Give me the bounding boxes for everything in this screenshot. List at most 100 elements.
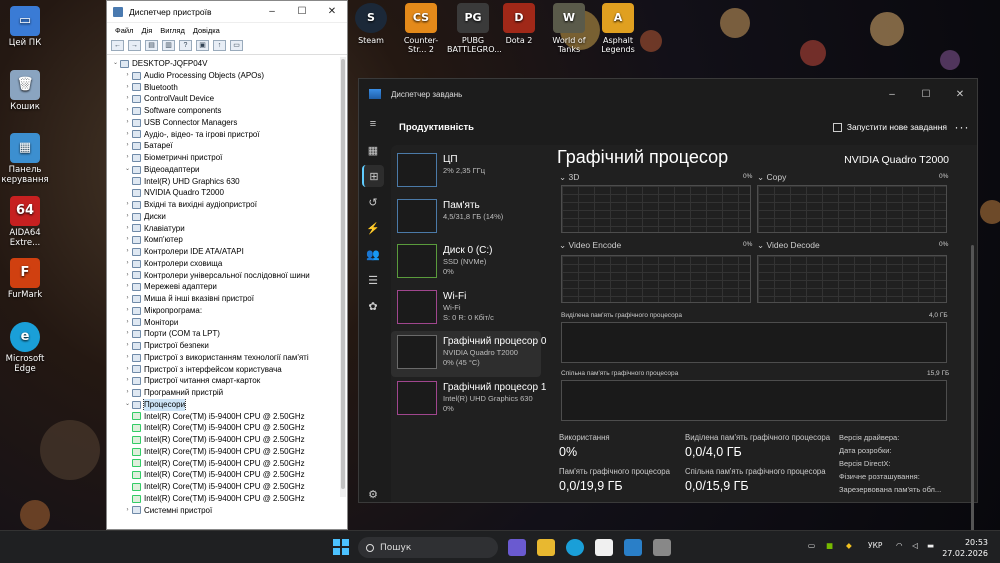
desktop-icon-furmark[interactable]: F FurMark xyxy=(0,258,50,301)
game-icon-pubg[interactable]: PG PUBG BATTLEGRO... xyxy=(447,3,502,54)
store-icon[interactable] xyxy=(595,539,613,556)
menu-file[interactable]: Файл xyxy=(115,26,133,35)
device-node[interactable]: Intel(R) Core(TM) i5-9400H CPU @ 2.50GHz xyxy=(111,446,347,458)
edge-taskbar-icon[interactable] xyxy=(566,539,584,556)
tree-root[interactable]: ⌄ DESKTOP-JQFP04V xyxy=(111,58,347,70)
details-icon[interactable]: ☰ xyxy=(362,269,384,291)
services-icon[interactable]: ✿ xyxy=(362,295,384,317)
expand-icon[interactable]: › xyxy=(123,387,132,399)
volume-icon[interactable]: ◁ xyxy=(912,541,918,550)
expand-icon[interactable]: › xyxy=(123,505,132,517)
expand-icon[interactable]: › xyxy=(123,340,132,352)
device-category[interactable]: › Контролери універсальної послідовної ши… xyxy=(111,270,347,282)
language-indicator[interactable]: УКР xyxy=(868,541,882,550)
device-category[interactable]: › Біометричні пристрої xyxy=(111,152,347,164)
menu-action[interactable]: Дія xyxy=(141,26,152,35)
desktop-icon-control-panel[interactable]: ▦ Панель керування xyxy=(0,133,50,186)
expand-icon[interactable]: › xyxy=(123,281,132,293)
desktop-icon-this-pc[interactable]: ▭ Цей ПК xyxy=(0,6,50,49)
close-button[interactable]: ✕ xyxy=(317,6,347,17)
expand-icon[interactable]: › xyxy=(123,317,132,329)
perf-item-memory[interactable]: Пам'ять 4,5/31,8 ГБ (14%) xyxy=(391,195,541,241)
device-node[interactable]: Intel(R) UHD Graphics 630 xyxy=(111,176,347,188)
device-category[interactable]: ⌄ Процесори xyxy=(111,398,347,411)
device-category[interactable]: › Вхідні та вихідні аудіопристрої xyxy=(111,199,347,211)
maximize-button[interactable]: ☐ xyxy=(909,89,943,100)
photos-icon[interactable] xyxy=(624,539,642,556)
engine-copy-label[interactable]: ⌄ Copy xyxy=(757,172,786,183)
expand-icon[interactable]: › xyxy=(123,270,132,282)
more-options-icon[interactable]: ··· xyxy=(947,120,977,134)
maximize-button[interactable]: ☐ xyxy=(287,6,317,17)
desktop-icon-recycle-bin[interactable]: 🗑 Кошик xyxy=(0,70,50,113)
device-category[interactable]: › Клавіатури xyxy=(111,223,347,235)
menu-view[interactable]: Вигляд xyxy=(160,26,185,35)
properties-icon[interactable]: ▤ xyxy=(145,40,158,51)
device-category[interactable]: › Аудіо-, відео- та ігрові пристрої xyxy=(111,129,347,141)
expand-icon[interactable]: › xyxy=(123,152,132,164)
copilot-icon[interactable] xyxy=(508,539,526,556)
desktop-icon-aida64[interactable]: 64 AIDA64 Extre... xyxy=(0,196,50,249)
engine-3d-label[interactable]: ⌄ 3D xyxy=(559,172,579,183)
game-icon-asphalt[interactable]: A Asphalt Legends xyxy=(592,3,644,54)
device-category[interactable]: › Пристрої безпеки xyxy=(111,340,347,352)
expand-icon[interactable]: › xyxy=(123,234,132,246)
device-node[interactable]: Intel(R) Core(TM) i5-9400H CPU @ 2.50GHz xyxy=(111,422,347,434)
device-category[interactable]: › Мікропрограма: xyxy=(111,305,347,317)
expand-icon[interactable]: › xyxy=(123,117,132,129)
device-category[interactable]: ⌄ Відеоадаптери xyxy=(111,164,347,176)
perf-item-gpu1[interactable]: Графічний процесор 1 Intel(R) UHD Graphic… xyxy=(391,377,546,423)
device-category[interactable]: › Пристрої читання смарт-карток xyxy=(111,375,347,387)
device-category[interactable]: › Монітори xyxy=(111,317,347,329)
performance-icon[interactable]: ⊞ xyxy=(362,165,384,187)
update-driver-icon[interactable]: ↑ xyxy=(213,40,226,51)
expand-icon[interactable]: › xyxy=(123,199,132,211)
device-category[interactable]: › Software components xyxy=(111,105,347,117)
processes-icon[interactable]: ▦ xyxy=(362,139,384,161)
expand-icon[interactable]: › xyxy=(123,364,132,376)
expand-icon[interactable]: › xyxy=(123,293,132,305)
app-history-icon[interactable]: ↺ xyxy=(362,191,384,213)
device-node[interactable]: NVIDIA Quadro T2000 xyxy=(111,187,347,199)
device-manager-taskbar-icon[interactable] xyxy=(653,539,671,556)
taskmgr-titlebar[interactable]: Диспетчер завдань – ☐ ✕ xyxy=(359,79,977,109)
device-node[interactable]: Intel(R) Core(TM) i5-9400H CPU @ 2.50GHz xyxy=(111,434,347,446)
collapse-icon[interactable]: ⌄ xyxy=(123,164,132,176)
file-explorer-icon[interactable] xyxy=(537,539,555,556)
device-category[interactable]: › Мережеві адаптери xyxy=(111,281,347,293)
device-node[interactable]: Intel(R) Core(TM) i5-9400H CPU @ 2.50GHz xyxy=(111,458,347,470)
expand-icon[interactable]: › xyxy=(123,328,132,340)
perf-item-cpu[interactable]: ЦП 2% 2,35 ГГц xyxy=(391,149,541,195)
expand-icon[interactable]: › xyxy=(123,223,132,235)
engine-video-encode-label[interactable]: ⌄ Video Encode xyxy=(559,240,621,251)
device-category[interactable]: › Audio Processing Objects (APOs) xyxy=(111,70,347,82)
device-category[interactable]: › Пристрої з використанням технології пам… xyxy=(111,352,347,364)
settings-icon[interactable]: ⚙ xyxy=(362,483,384,505)
device-category[interactable]: › Системні пристрої xyxy=(111,505,347,517)
back-icon[interactable]: ← xyxy=(111,40,124,51)
minimize-button[interactable]: – xyxy=(875,89,909,100)
devmgr-scrollbar[interactable] xyxy=(340,57,346,497)
perf-item-wifi[interactable]: Wi-Fi Wi-Fi S: 0 R: 0 Кбіт/с xyxy=(391,286,541,332)
hamburger-icon[interactable]: ≡ xyxy=(362,113,384,135)
device-category[interactable]: › Комп'ютер xyxy=(111,234,347,246)
tray-nvidia-icon[interactable]: ■ xyxy=(826,541,833,550)
expand-icon[interactable]: › xyxy=(123,93,132,105)
device-category[interactable]: › ControlVault Device xyxy=(111,93,347,105)
help-icon[interactable]: ? xyxy=(179,40,192,51)
expand-icon[interactable]: › xyxy=(123,375,132,387)
users-icon[interactable]: 👥 xyxy=(362,243,384,265)
perf-item-gpu0[interactable]: Графічний процесор 0 NVIDIA Quadro T2000 0… xyxy=(391,331,546,377)
expand-icon[interactable]: › xyxy=(123,352,132,364)
device-node[interactable]: Intel(R) Core(TM) i5-9400H CPU @ 2.50GHz xyxy=(111,469,347,481)
clock[interactable]: 20:53 27.02.2026 xyxy=(942,537,988,559)
expand-icon[interactable]: › xyxy=(123,211,132,223)
collapse-icon[interactable]: ⌄ xyxy=(123,399,132,411)
expand-icon[interactable]: › xyxy=(123,246,132,258)
game-icon-cs2[interactable]: CS Counter-Str... 2 xyxy=(395,3,447,54)
device-node[interactable]: Intel(R) Core(TM) i5-9400H CPU @ 2.50GHz xyxy=(111,481,347,493)
forward-icon[interactable]: → xyxy=(128,40,141,51)
show-hidden-icon[interactable]: ▥ xyxy=(162,40,175,51)
device-category[interactable]: › Миша й інші вказівні пристрої xyxy=(111,293,347,305)
device-category[interactable]: › Контролери сховища xyxy=(111,258,347,270)
